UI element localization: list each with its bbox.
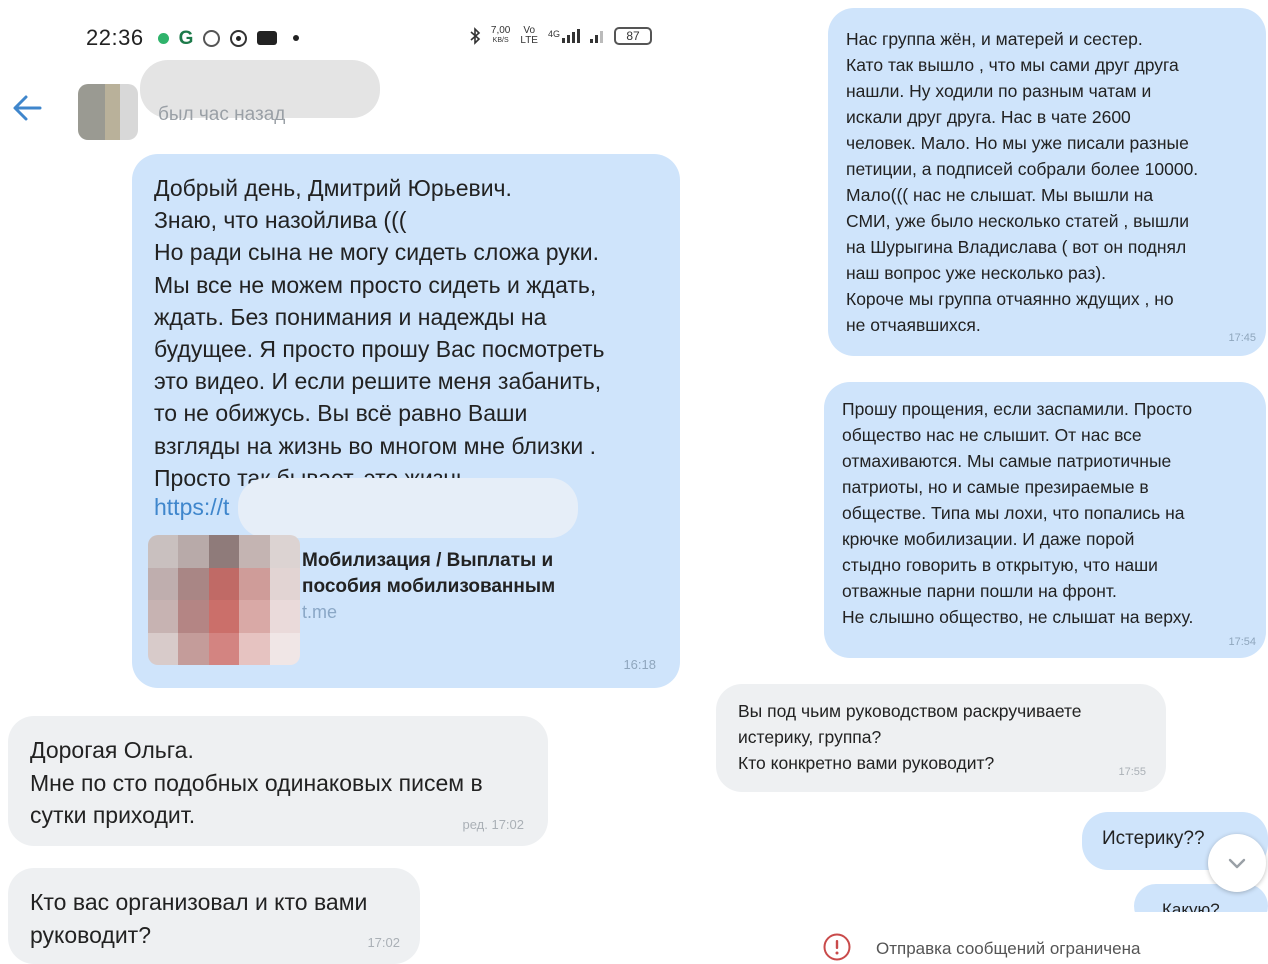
- restriction-notice: Отправка сообщений ограничена: [876, 939, 1141, 958]
- chat-screen-right: Нас группа жён, и матерей и сестер. Като…: [700, 0, 1268, 964]
- signal-bars-2-icon: [590, 31, 603, 43]
- message-bubble-incoming[interactable]: Кто вас организовал и кто вами руководит…: [8, 868, 420, 964]
- link-preview-title[interactable]: Мобилизация / Выплаты и пособия мобилизо…: [302, 548, 602, 600]
- notification-dot-icon: [157, 32, 169, 44]
- network-speed: 7,00 KB/S: [491, 26, 510, 46]
- network-speed-value: 7,00: [490, 25, 511, 36]
- chevron-down-icon: [1228, 858, 1246, 869]
- volte-indicator: Vo LTE: [520, 25, 538, 46]
- record-icon: [230, 29, 248, 47]
- message-text: Прошу прощения, если заспамили. Просто о…: [842, 399, 1194, 627]
- link-preview-thumbnail[interactable]: [148, 535, 300, 665]
- signal-bars-icon: [562, 29, 580, 43]
- message-time: 17:54: [1228, 636, 1256, 648]
- battery-level: 87: [614, 27, 652, 45]
- network-type: 4G: [547, 29, 560, 39]
- message-text: Истерику??: [1102, 828, 1205, 849]
- link-preview-domain: t.me: [302, 602, 338, 622]
- message-text: Вы под чьим руководством раскручиваете и…: [738, 701, 1082, 773]
- link-redacted: [238, 478, 578, 538]
- message-bubble-incoming[interactable]: Вы под чьим руководством раскручиваете и…: [716, 684, 1166, 792]
- messaging-restricted-bar: Отправка сообщений ограничена: [700, 912, 1268, 964]
- exclamation-circle-icon: [823, 933, 851, 961]
- message-text: Дорогая Ольга. Мне по сто подобных одина…: [30, 737, 483, 828]
- message-text: Добрый день, Дмитрий Юрьевич. Знаю, что …: [154, 175, 605, 491]
- back-arrow-icon[interactable]: [10, 90, 46, 126]
- message-bubble-incoming[interactable]: Дорогая Ольга. Мне по сто подобных одина…: [8, 716, 548, 846]
- message-bubble-outgoing[interactable]: Нас группа жён, и матерей и сестер. Като…: [828, 8, 1266, 356]
- message-time: 16:18: [623, 657, 656, 672]
- message-time: ред. 17:02: [462, 817, 524, 832]
- scroll-down-button[interactable]: [1208, 834, 1266, 892]
- bluetooth-icon: [470, 27, 481, 45]
- message-time: 17:45: [1228, 332, 1256, 344]
- message-time: 17:02: [367, 935, 400, 950]
- app-notification-icon: G: [178, 27, 194, 49]
- status-indicators: 7,00 KB/S Vo LTE 4G 87: [469, 26, 652, 46]
- sync-icon: [203, 29, 221, 47]
- message-text: Кто вас организовал и кто вами руководит…: [30, 889, 368, 948]
- more-notifications-icon: [293, 35, 300, 41]
- chat-screen-left: 22:36 G 7,00 KB/S Vo LTE 4G 87 был час н…: [0, 0, 690, 964]
- avatar[interactable]: [78, 84, 138, 140]
- message-text: Нас группа жён, и матерей и сестер. Като…: [846, 29, 1199, 335]
- message-time: 17:55: [1118, 766, 1146, 778]
- signal-4g-icon: 4G: [548, 29, 580, 43]
- status-bar: 22:36 G 7,00 KB/S Vo LTE 4G 87: [86, 22, 666, 54]
- network-speed-unit: KB/S: [492, 37, 509, 44]
- last-seen-status: был час назад: [158, 104, 286, 125]
- status-time: 22:36: [86, 25, 144, 50]
- video-app-icon: [257, 31, 278, 45]
- message-bubble-outgoing[interactable]: Прошу прощения, если заспамили. Просто о…: [824, 382, 1266, 658]
